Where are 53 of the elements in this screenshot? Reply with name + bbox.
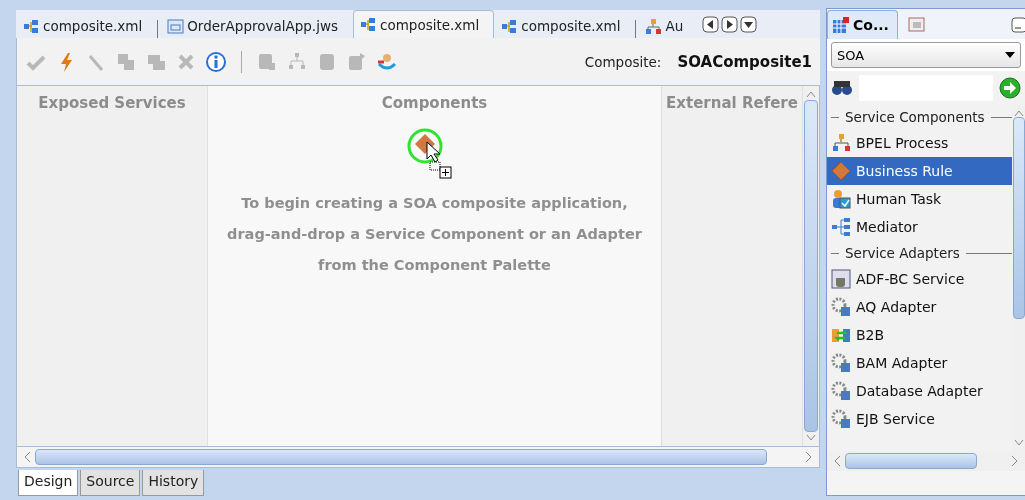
- file-icon: [167, 17, 185, 35]
- column-heading: Components: [381, 93, 488, 112]
- category-dropdown[interactable]: SOA: [831, 42, 1021, 68]
- file-icon: [23, 17, 40, 35]
- editor-tab[interactable]: composite.xml: [494, 13, 636, 38]
- palette-item[interactable]: BAM Adapter: [827, 349, 1012, 377]
- palette-item[interactable]: AQ Adapter: [827, 293, 1012, 321]
- editor-tab[interactable]: composite.xml: [353, 10, 495, 38]
- palette-item[interactable]: BPEL Process: [827, 129, 1012, 157]
- gear-icon: [831, 381, 851, 401]
- editor-tab[interactable]: Au: [638, 13, 699, 38]
- scroll-down-icon[interactable]: [1013, 439, 1024, 447]
- gear-icon: [831, 409, 851, 429]
- gear-icon: [831, 297, 851, 317]
- palette-item[interactable]: ADF-BC Service: [827, 265, 1012, 293]
- view-tab[interactable]: Design: [18, 470, 79, 496]
- composite-name: SOAComposite1: [677, 52, 812, 71]
- scroll-left-icon[interactable]: [702, 16, 720, 33]
- info-icon[interactable]: [205, 50, 227, 73]
- human-icon: [831, 189, 851, 209]
- scroll-up-icon[interactable]: [806, 90, 816, 98]
- palette-tab[interactable]: Co...: [827, 10, 898, 39]
- section-heading: Service Adapters: [845, 245, 960, 261]
- column-heading: Exposed Services: [38, 93, 186, 112]
- dropdown-icon[interactable]: [740, 16, 758, 33]
- file-icon: [360, 16, 377, 33]
- palette-item[interactable]: EJB Service: [827, 405, 1012, 433]
- palette-item[interactable]: B2B: [827, 321, 1012, 349]
- palette-item[interactable]: Business Rule: [827, 157, 1012, 185]
- editor-tab[interactable]: OrderApprovalApp.jws: [160, 13, 353, 38]
- minimize-icon[interactable]: [1011, 17, 1025, 33]
- view-tab[interactable]: Source: [80, 470, 141, 496]
- caret-icon: [1005, 52, 1015, 58]
- editor-tab[interactable]: composite.xml: [16, 13, 158, 38]
- palette-item[interactable]: Mediator: [827, 213, 1012, 241]
- catalog-icon: [906, 16, 927, 34]
- scroll-up-icon[interactable]: [1013, 109, 1024, 117]
- file-icon: [645, 17, 663, 35]
- gear-icon: [831, 353, 851, 373]
- scroll-right-icon[interactable]: [721, 16, 739, 33]
- grid-icon: [832, 16, 850, 34]
- composite-label: Composite:: [584, 53, 662, 70]
- scroll-down-icon[interactable]: [806, 434, 816, 442]
- empty-canvas-message: To begin creating a SOA composite application, drag-and-drop a Service Component or an Adapter from the Component Palette: [227, 194, 642, 275]
- palette-item[interactable]: Database Adapter: [827, 377, 1012, 405]
- go-icon[interactable]: [999, 77, 1021, 99]
- column-heading: External Refere: [666, 93, 798, 112]
- section-heading: Service Components: [845, 109, 985, 125]
- file-icon: [501, 17, 519, 35]
- binoculars-icon: [831, 80, 853, 96]
- vertical-scrollbar[interactable]: [803, 86, 819, 446]
- palette-item[interactable]: Human Task: [827, 185, 1012, 213]
- view-tab[interactable]: History: [142, 470, 205, 496]
